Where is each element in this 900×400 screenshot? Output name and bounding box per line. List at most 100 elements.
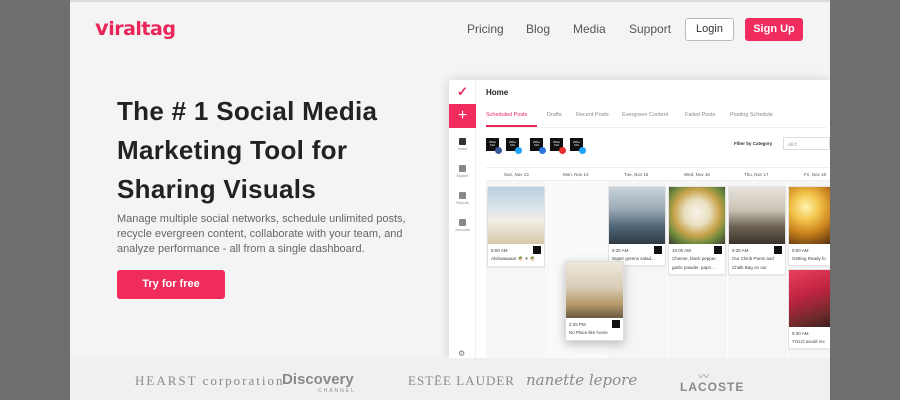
hearst-logo: HEARST corporation (135, 373, 285, 388)
calendar-header: Sun, Nov 13 Mon, Nov 14 Tue, Nov 15 Wed,… (486, 167, 830, 181)
pinterest-icon (559, 147, 566, 154)
brand-logo[interactable]: viraltag (95, 16, 176, 40)
discovery-logo: Discovery (282, 371, 354, 388)
scheduled-post-card[interactable]: 9:30 AM Super greens salad... (608, 186, 666, 266)
try-for-free-button[interactable]: Try for free (117, 270, 225, 299)
tab-posting-schedule[interactable]: Posting Schedule (730, 112, 773, 118)
scheduled-post-card[interactable]: 9:00 AM Getting Ready fo (788, 186, 830, 266)
post-image (669, 187, 725, 244)
account-avatar[interactable]: VIRAL TAG (550, 138, 566, 154)
hero-title: The # 1 Social Media Marketing Tool for … (117, 92, 447, 209)
day-label: Sun, Nov 13 (504, 172, 529, 177)
home-icon (459, 138, 466, 145)
tab-evergreen-content[interactable]: Evergreen Content (622, 112, 668, 118)
sidebar-item-explore[interactable]: Explore (449, 161, 476, 187)
app-page-title: Home (486, 88, 509, 97)
post-image (789, 270, 830, 327)
accounts-icon (459, 219, 466, 226)
gear-icon[interactable]: ⚙ (458, 350, 466, 358)
day-label: Tue, Nov 15 (624, 172, 649, 177)
post-image (566, 262, 623, 318)
hero-subtitle: Manage multiple social networks, schedul… (117, 212, 437, 257)
post-caption: Chalk Bag on our (732, 265, 767, 270)
sidebar-item-label: Accounts (455, 228, 470, 232)
landing-page: viraltag Pricing Blog Media Support Logi… (70, 0, 830, 400)
tabs-divider (486, 127, 826, 128)
tab-failed-posts[interactable]: Failed Posts (685, 112, 715, 118)
sidebar-item-label: Home (457, 147, 468, 151)
lacoste-logo: LACOSTE (680, 380, 745, 394)
scheduled-post-card[interactable]: 10:00 AM Cheese, black pepper, garlic po… (668, 186, 726, 275)
sidebar-item-reports[interactable]: Reports (449, 188, 476, 214)
account-avatar[interactable]: VIRAL TAG (486, 138, 502, 154)
day-label: Mon, Nov 14 (563, 172, 589, 177)
sidebar-item-accounts[interactable]: Accounts (449, 215, 476, 241)
hero-title-line: Marketing Tool for (117, 135, 348, 165)
account-avatar[interactable]: VIRAL TAG (530, 138, 546, 154)
discovery-channel-label: CHANNEL (318, 388, 356, 394)
post-image (609, 187, 665, 244)
account-badge (774, 246, 782, 254)
sidebar-item-label: Explore (456, 174, 469, 178)
post-caption: YOLO would rec (792, 339, 826, 344)
scheduled-post-card[interactable]: 9:30 AM YOLO would rec (788, 269, 830, 349)
nav-blog[interactable]: Blog (526, 22, 550, 36)
sidebar-item-home[interactable]: Home (449, 134, 476, 160)
facebook-icon (495, 147, 502, 154)
scheduled-post-card[interactable]: 9:30 AM Our Climb Pants and Chalk Bag on… (728, 186, 786, 275)
scheduled-post-card[interactable]: 9:00 AM Alohaaaaaa! 🌴 ☀ 🌴 (487, 186, 545, 267)
nav-media[interactable]: Media (573, 22, 606, 36)
twitter-icon (579, 147, 586, 154)
client-logos: HEARST corporation Discovery CHANNEL EST… (70, 358, 830, 400)
linkedin-icon (539, 147, 546, 154)
post-caption: Alohaaaaaa! 🌴 ☀ 🌴 (491, 256, 536, 261)
account-badge (654, 246, 662, 254)
category-filter-select[interactable]: All C (783, 137, 830, 150)
explore-icon (459, 165, 466, 172)
column-divider (546, 181, 547, 360)
hero-title-line: Sharing Visuals (117, 174, 317, 204)
tab-recent-posts[interactable]: Recent Posts (576, 112, 609, 118)
account-badge (612, 320, 620, 328)
hero-subtitle-line: recycle evergreen content, collaborate w… (117, 228, 403, 240)
day-label: Wed, Nov 16 (684, 172, 710, 177)
day-label: Fri, Nov 18 (804, 172, 827, 177)
post-time: 9:00 AM (491, 248, 508, 253)
account-badge (533, 246, 541, 254)
reports-icon (459, 192, 466, 199)
post-time: 9:00 AM (792, 248, 809, 253)
post-caption: garlic powder, papri... (672, 265, 715, 270)
estee-lauder-logo: ESTĒE LAUDER (408, 373, 515, 388)
twitter-icon (515, 147, 522, 154)
post-caption: Getting Ready fo (792, 256, 826, 261)
signup-button[interactable]: Sign Up (745, 18, 803, 41)
account-avatar[interactable]: VIRAL TAG (570, 138, 586, 154)
hero-subtitle-line: analyze performance - all from a single … (117, 243, 365, 255)
nav-pricing[interactable]: Pricing (467, 22, 504, 36)
post-image (729, 187, 785, 244)
post-caption: Our Climb Pants and (732, 256, 774, 261)
post-time: 2:25 PM (569, 322, 586, 327)
post-time: 10:00 AM (672, 248, 692, 253)
nav-support[interactable]: Support (629, 22, 671, 36)
tab-drafts[interactable]: Drafts (547, 112, 562, 118)
account-avatar[interactable]: VIRAL TAG (506, 138, 522, 154)
post-time: 9:30 AM (792, 331, 809, 336)
tab-scheduled-posts[interactable]: Scheduled Posts (486, 112, 527, 118)
day-label: Thu, Nov 17 (744, 172, 769, 177)
post-caption: No Place like home (569, 330, 608, 335)
login-button[interactable]: Login (685, 18, 734, 41)
post-caption: Cheese, black pepper, (672, 256, 717, 261)
hero-title-line: The # 1 Social Media (117, 96, 378, 126)
dashboard-preview: ✓ + Home Explore Reports Accounts ⚙ Home… (449, 80, 830, 360)
nanette-lepore-logo: nanette lepore (526, 371, 638, 389)
post-time: 9:30 AM (732, 248, 749, 253)
add-post-button[interactable]: + (449, 104, 476, 128)
post-image (488, 187, 544, 244)
dragged-post-card[interactable]: 2:25 PM No Place like home (565, 261, 624, 341)
app-logo-icon[interactable]: ✓ (449, 80, 476, 104)
top-divider (70, 0, 830, 2)
post-time: 9:30 AM (612, 248, 629, 253)
filter-label: Filter by Category (734, 141, 773, 146)
hero-subtitle-line: Manage multiple social networks, schedul… (117, 213, 406, 225)
